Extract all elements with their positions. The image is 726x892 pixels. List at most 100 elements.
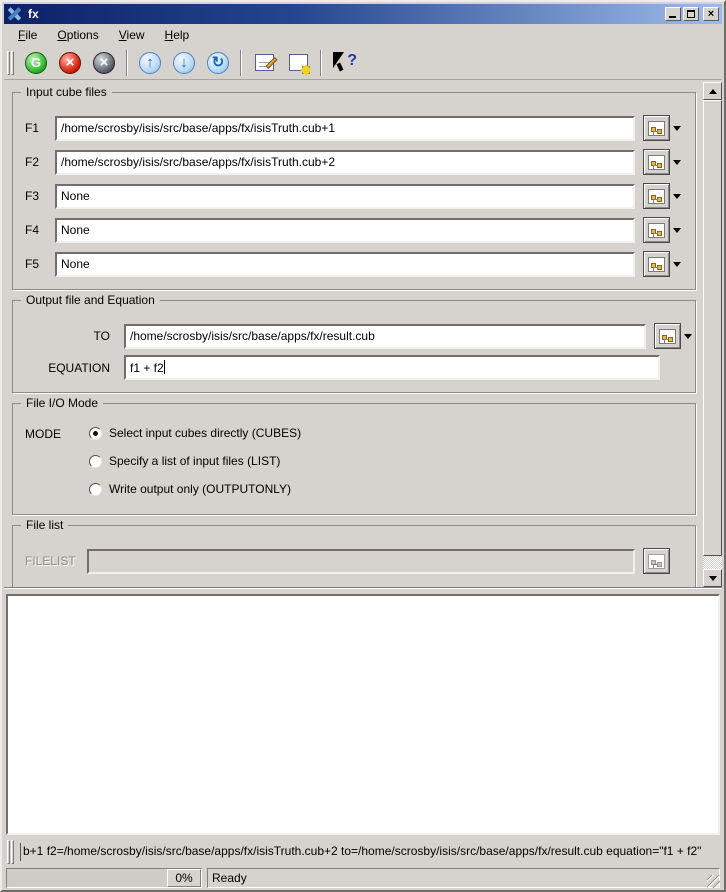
f1-browse-menu-button[interactable]: [670, 115, 684, 141]
group-file-io-mode: File I/O Mode MODE Select input cubes di…: [12, 403, 696, 515]
title-bar[interactable]: fx ×: [4, 4, 722, 24]
f4-input[interactable]: None: [55, 218, 635, 243]
scroll-up-button[interactable]: [703, 82, 722, 100]
f2-input[interactable]: /home/scrosby/isis/src/base/apps/fx/isis…: [55, 150, 635, 175]
radio-label: Write output only (OUTPUTONLY): [109, 482, 291, 496]
maximize-icon: [687, 10, 695, 18]
group-title: File list: [21, 518, 68, 532]
filelist-browse-button: [643, 548, 670, 574]
window-title: fx: [28, 7, 663, 21]
down-arrow-icon: [709, 576, 717, 581]
radio-button[interactable]: [89, 455, 102, 468]
toolbar-separator: [320, 50, 322, 76]
param-label: F4: [25, 223, 55, 237]
history-up-button[interactable]: ↑: [135, 48, 165, 78]
command-line-bar: b+1 f2=/home/scrosby/isis/src/base/apps/…: [4, 840, 722, 864]
group-title: Output file and Equation: [21, 293, 160, 307]
equation-input[interactable]: f1 + f2: [124, 355, 660, 380]
menu-file[interactable]: File: [8, 25, 47, 45]
status-message: Ready: [207, 868, 720, 888]
f5-browse-button[interactable]: [643, 251, 670, 277]
f2-browse-menu-button[interactable]: [670, 149, 684, 175]
maximize-button[interactable]: [683, 7, 699, 21]
toolbar: G × × ↑ ↓ ↻: [4, 46, 722, 80]
menu-view[interactable]: View: [109, 25, 155, 45]
redo-button[interactable]: ↻: [203, 48, 233, 78]
parameter-form: Input cube files F1 /home/scrosby/isis/s…: [4, 82, 690, 588]
menu-options[interactable]: Options: [47, 25, 108, 45]
f4-browse-button[interactable]: [643, 217, 670, 243]
group-title: Input cube files: [21, 85, 112, 99]
param-row-f1: F1 /home/scrosby/isis/src/base/apps/fx/i…: [25, 115, 695, 141]
whats-this-button[interactable]: ?: [329, 48, 359, 78]
edit-params-button[interactable]: [249, 48, 279, 78]
abort-button[interactable]: ×: [89, 48, 119, 78]
toolbar-grip[interactable]: [7, 51, 14, 75]
progress-trough: [7, 869, 167, 887]
to-browse-button[interactable]: [654, 323, 681, 349]
f3-input[interactable]: None: [55, 184, 635, 209]
minimize-button[interactable]: [665, 7, 681, 21]
filelist-input: [87, 549, 635, 574]
param-label: F5: [25, 257, 55, 271]
command-line-text[interactable]: b+1 f2=/home/scrosby/isis/src/base/apps/…: [20, 843, 722, 861]
scrollbar-thumb[interactable]: [703, 100, 722, 556]
param-row-to: TO /home/scrosby/isis/src/base/apps/fx/r…: [25, 323, 695, 349]
f3-browse-menu-button[interactable]: [670, 183, 684, 209]
chevron-down-icon: [684, 334, 692, 339]
param-label: EQUATION: [25, 361, 110, 375]
file-tree-icon: [648, 155, 665, 170]
f4-browse-menu-button[interactable]: [670, 217, 684, 243]
menu-bar: File Options View Help: [4, 25, 722, 45]
f5-browse-menu-button[interactable]: [670, 251, 684, 277]
menu-help[interactable]: Help: [155, 25, 200, 45]
param-row-f5: F5 None: [25, 251, 695, 277]
up-arrow-icon: [709, 89, 717, 94]
radio-button[interactable]: [89, 427, 102, 440]
f2-browse-button[interactable]: [643, 149, 670, 175]
chevron-down-icon: [673, 160, 681, 165]
f3-browse-button[interactable]: [643, 183, 670, 209]
group-input-cube-files: Input cube files F1 /home/scrosby/isis/s…: [12, 92, 696, 290]
toolbar-grip[interactable]: [7, 840, 14, 864]
log-output-area[interactable]: [6, 594, 720, 835]
progress-percent: 0%: [167, 869, 201, 887]
run-button[interactable]: G: [21, 48, 51, 78]
radio-button[interactable]: [89, 483, 102, 496]
mode-label: MODE: [25, 426, 75, 496]
minimize-icon: [669, 16, 676, 18]
close-icon: ×: [704, 8, 718, 20]
history-down-button[interactable]: ↓: [169, 48, 199, 78]
chevron-down-icon: [673, 194, 681, 199]
to-input[interactable]: /home/scrosby/isis/src/base/apps/fx/resu…: [124, 324, 646, 349]
param-label: F3: [25, 189, 55, 203]
resize-grip[interactable]: [707, 875, 720, 888]
text-cursor: [164, 360, 165, 374]
radio-label: Select input cubes directly (CUBES): [109, 426, 301, 440]
window-frame: fx × File Options View Help G × × ↑ ↓ ↻: [0, 0, 726, 892]
stop-icon: ×: [59, 52, 81, 74]
f5-input[interactable]: None: [55, 252, 635, 277]
to-browse-menu-button[interactable]: [681, 323, 695, 349]
file-tree-icon: [648, 121, 665, 136]
f1-browse-button[interactable]: [643, 115, 670, 141]
status-bar: 0% Ready: [4, 866, 722, 891]
radio-option-list[interactable]: Specify a list of input files (LIST): [89, 454, 301, 468]
stop-button[interactable]: ×: [55, 48, 85, 78]
radio-option-cubes[interactable]: Select input cubes directly (CUBES): [89, 426, 301, 440]
close-button[interactable]: ×: [703, 7, 719, 21]
param-label: FILELIST: [25, 554, 87, 568]
app-x-logo-icon: [7, 7, 23, 21]
scrollbar-track[interactable]: [703, 100, 722, 569]
file-tree-icon: [648, 554, 665, 569]
param-label: F2: [25, 155, 55, 169]
vertical-scrollbar[interactable]: [703, 82, 722, 587]
f1-input[interactable]: /home/scrosby/isis/src/base/apps/fx/isis…: [55, 116, 635, 141]
abort-icon: ×: [93, 52, 115, 74]
window-star-icon: [289, 54, 308, 71]
scroll-down-button[interactable]: [703, 569, 722, 587]
radio-option-outputonly[interactable]: Write output only (OUTPUTONLY): [89, 482, 301, 496]
group-file-list: File list FILELIST: [12, 525, 696, 588]
show-log-button[interactable]: [283, 48, 313, 78]
parameter-scroll-area: Input cube files F1 /home/scrosby/isis/s…: [4, 82, 722, 588]
